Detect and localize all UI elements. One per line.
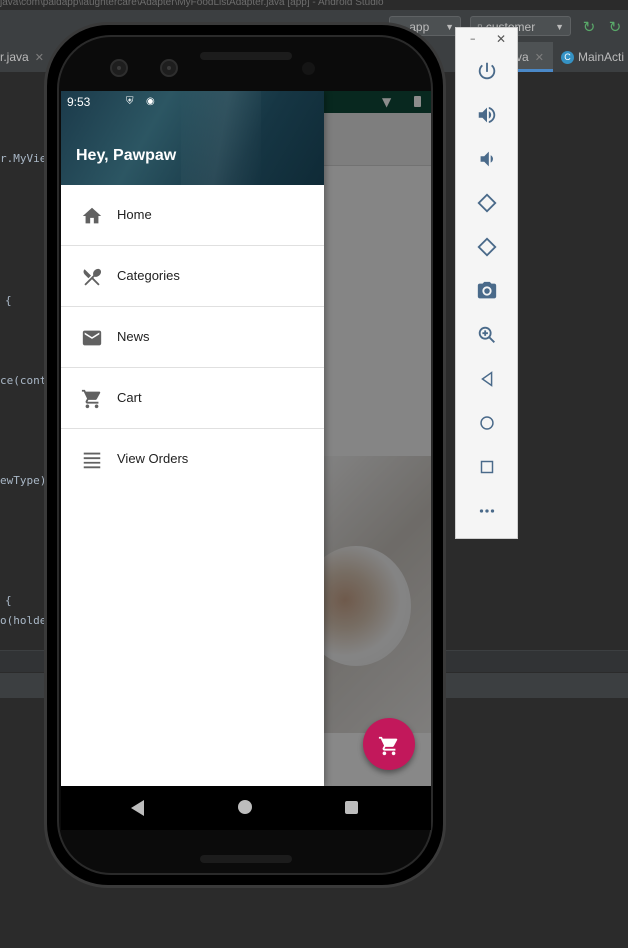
- close-icon[interactable]: ✕: [535, 52, 544, 64]
- screenshot-button[interactable]: [474, 280, 500, 306]
- power-icon: [478, 62, 496, 80]
- minimize-icon[interactable]: –: [470, 32, 476, 45]
- back-button[interactable]: [474, 368, 500, 394]
- code-line: {: [5, 294, 12, 307]
- home-icon: [82, 207, 102, 224]
- tab-main-activity[interactable]: C MainActi: [561, 42, 628, 72]
- volume-up-button[interactable]: [474, 104, 500, 130]
- status-time: 9:53: [67, 95, 91, 109]
- apply-code-changes-icon[interactable]: ↻: [606, 18, 624, 36]
- navigation-drawer: 9:53 ⛨ ◉ Hey, Pawpaw Home Categories New…: [61, 91, 324, 786]
- front-camera-icon: [160, 59, 178, 77]
- power-button[interactable]: [474, 60, 500, 86]
- code-line: o(holde: [0, 614, 47, 627]
- overview-button[interactable]: [474, 456, 500, 482]
- more-button[interactable]: [474, 500, 500, 526]
- drawer-item-home[interactable]: Home: [61, 185, 324, 246]
- cart-icon: [378, 736, 398, 755]
- tab-java-file[interactable]: r.java ✕: [0, 42, 46, 72]
- more-icon: [479, 509, 495, 513]
- back-icon: [481, 371, 493, 387]
- volume-down-button[interactable]: [474, 148, 500, 174]
- window-title-path: java\com\paldapp\laughtercare\Adapter\My…: [0, 0, 384, 8]
- home-button[interactable]: [474, 412, 500, 438]
- rotate-right-button[interactable]: [474, 236, 500, 262]
- drawer-item-news[interactable]: News: [61, 307, 324, 368]
- android-nav-bar: [61, 786, 431, 830]
- chevron-down-icon: ▼: [555, 22, 564, 32]
- home-circle-icon: [480, 416, 494, 430]
- drawer-menu: Home Categories News Cart View Orders: [61, 185, 324, 489]
- drawer-item-label: Home: [117, 207, 152, 222]
- cart-fab-button[interactable]: [363, 718, 415, 770]
- overview-icon: [480, 460, 494, 474]
- bottom-speaker: [200, 855, 292, 863]
- close-icon[interactable]: ✕: [496, 32, 506, 46]
- close-icon[interactable]: ✕: [35, 52, 44, 64]
- proximity-sensor: [302, 62, 315, 75]
- zoom-button[interactable]: [474, 324, 500, 350]
- drawer-header: 9:53 ⛨ ◉ Hey, Pawpaw: [61, 91, 324, 185]
- drawer-item-label: Cart: [117, 390, 142, 405]
- code-line: {: [5, 594, 12, 607]
- drawer-item-categories[interactable]: Categories: [61, 246, 324, 307]
- emulator-controls-panel: – ✕: [455, 27, 518, 539]
- tab-label: r.java: [0, 50, 29, 64]
- volume-up-icon: [478, 106, 496, 124]
- front-camera-icon: [110, 59, 128, 77]
- zoom-icon: [478, 326, 495, 343]
- rotate-left-button[interactable]: [474, 192, 500, 218]
- home-nav-icon[interactable]: [238, 800, 252, 814]
- drawer-header-title: Hey, Pawpaw: [76, 147, 177, 164]
- rotate-left-icon: [477, 193, 497, 213]
- drawer-item-label: View Orders: [117, 451, 189, 466]
- class-icon: C: [561, 51, 574, 65]
- list-icon: [83, 452, 101, 469]
- rotate-right-icon: [477, 237, 497, 257]
- apply-changes-icon[interactable]: ↻: [580, 18, 598, 36]
- drawer-item-label: News: [117, 329, 150, 344]
- phone-screen: ▼ 9:53 ⛨ ◉ Hey, Pawpaw Home Categories N…: [61, 91, 431, 786]
- camera-icon: [477, 281, 497, 299]
- drawer-item-label: Categories: [117, 268, 180, 283]
- cart-icon: [81, 389, 101, 409]
- code-line: ewType): [0, 474, 47, 487]
- restaurant-icon: [83, 268, 102, 286]
- drawer-item-view-orders[interactable]: View Orders: [61, 429, 324, 489]
- back-icon[interactable]: [131, 800, 144, 816]
- chevron-down-icon: ▼: [445, 22, 454, 32]
- mail-icon: [82, 330, 102, 346]
- shield-icon: ⛨: [126, 96, 134, 107]
- drawer-item-cart[interactable]: Cart: [61, 368, 324, 429]
- code-line: ce(cont: [0, 374, 47, 387]
- code-line: r.MyVie: [0, 152, 47, 165]
- volume-down-icon: [480, 151, 493, 167]
- tab-label: MainActi: [578, 50, 625, 64]
- sync-icon: ◉: [146, 96, 155, 107]
- earpiece-speaker: [200, 52, 292, 60]
- recents-icon[interactable]: [345, 801, 358, 814]
